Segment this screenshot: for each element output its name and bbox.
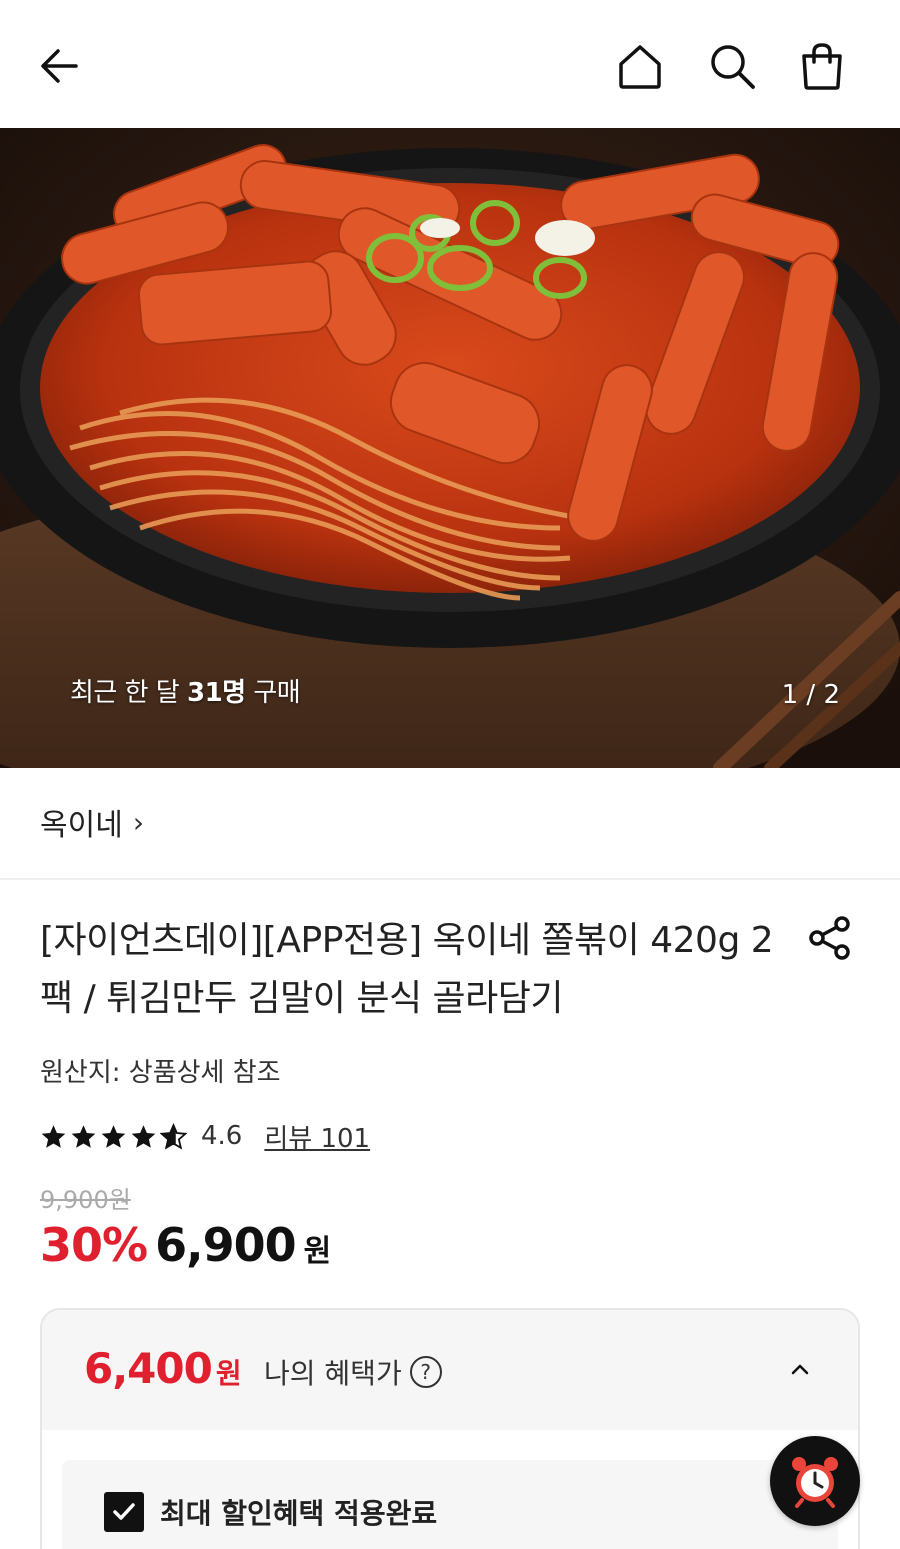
benefit-details: 최대 할인혜택 적용완료	[62, 1460, 838, 1549]
brand-name: 옥이네	[40, 808, 123, 843]
star-half-icon	[160, 1122, 187, 1150]
star-rating	[40, 1122, 187, 1150]
rating-value: 4.6	[201, 1121, 243, 1151]
benefit-price-panel: 6,400 원 나의 혜택가 ? 최대 할인혜택 적용완료	[40, 1308, 860, 1549]
help-icon[interactable]: ?	[409, 1356, 442, 1388]
chevron-up-icon[interactable]	[778, 1348, 822, 1392]
product-image-carousel[interactable]: 최근 한 달 31명 구매 1 / 2	[0, 128, 900, 768]
top-app-bar	[0, 0, 900, 128]
benefit-label-group: 나의 혜택가 ?	[264, 1352, 442, 1392]
alarm-clock-button[interactable]	[770, 1436, 860, 1526]
shopping-bag-icon[interactable]	[792, 36, 852, 96]
alarm-clock-icon	[792, 1457, 838, 1508]
max-discount-checkbox-row[interactable]: 최대 할인혜택 적용완료	[104, 1492, 437, 1532]
original-price: 9,900원	[40, 1186, 131, 1214]
caption-prefix: 최근 한 달	[70, 678, 187, 708]
price-row: 30% 6,900 원	[40, 1218, 331, 1272]
caption-suffix: 구매	[245, 678, 301, 708]
brand-link[interactable]: 옥이네 ›	[40, 800, 144, 844]
star-full-icon	[101, 1124, 126, 1148]
checkbox-label: 최대 할인혜택 적용완료	[160, 1497, 438, 1530]
checkbox-checked-icon[interactable]	[104, 1492, 144, 1532]
benefit-header[interactable]: 6,400 원 나의 혜택가 ?	[42, 1310, 858, 1430]
benefit-label: 나의 혜택가	[264, 1357, 402, 1390]
product-title: [자이언츠데이][APP전용] 옥이네 쫄볶이 420g 2팩 / 튀김만두 김…	[40, 920, 774, 1019]
origin-info: 원산지: 상품상세 참조	[40, 1058, 281, 1088]
benefit-price: 6,400 원	[84, 1344, 242, 1393]
discount-rate: 30%	[40, 1218, 148, 1272]
star-full-icon	[71, 1124, 96, 1148]
star-full-icon	[131, 1124, 156, 1148]
search-icon[interactable]	[702, 36, 762, 96]
recent-purchase-caption: 최근 한 달 31명 구매	[70, 672, 301, 709]
sale-price: 6,900	[155, 1218, 297, 1272]
rating-row: 4.6 리뷰 101	[40, 1116, 370, 1156]
sale-price-unit: 원	[303, 1234, 332, 1269]
benefit-price-unit: 원	[215, 1357, 242, 1390]
image-counter: 1 / 2	[781, 680, 840, 710]
caption-count: 31명	[186, 678, 246, 708]
benefit-price-value: 6,400	[84, 1344, 213, 1393]
star-full-icon	[41, 1124, 66, 1148]
section-divider	[0, 878, 900, 880]
chevron-right-icon: ›	[132, 805, 145, 839]
review-count-link[interactable]: 리뷰 101	[264, 1118, 370, 1155]
home-icon[interactable]	[610, 36, 670, 96]
share-icon[interactable]	[800, 910, 860, 966]
back-arrow-icon[interactable]	[30, 36, 90, 96]
